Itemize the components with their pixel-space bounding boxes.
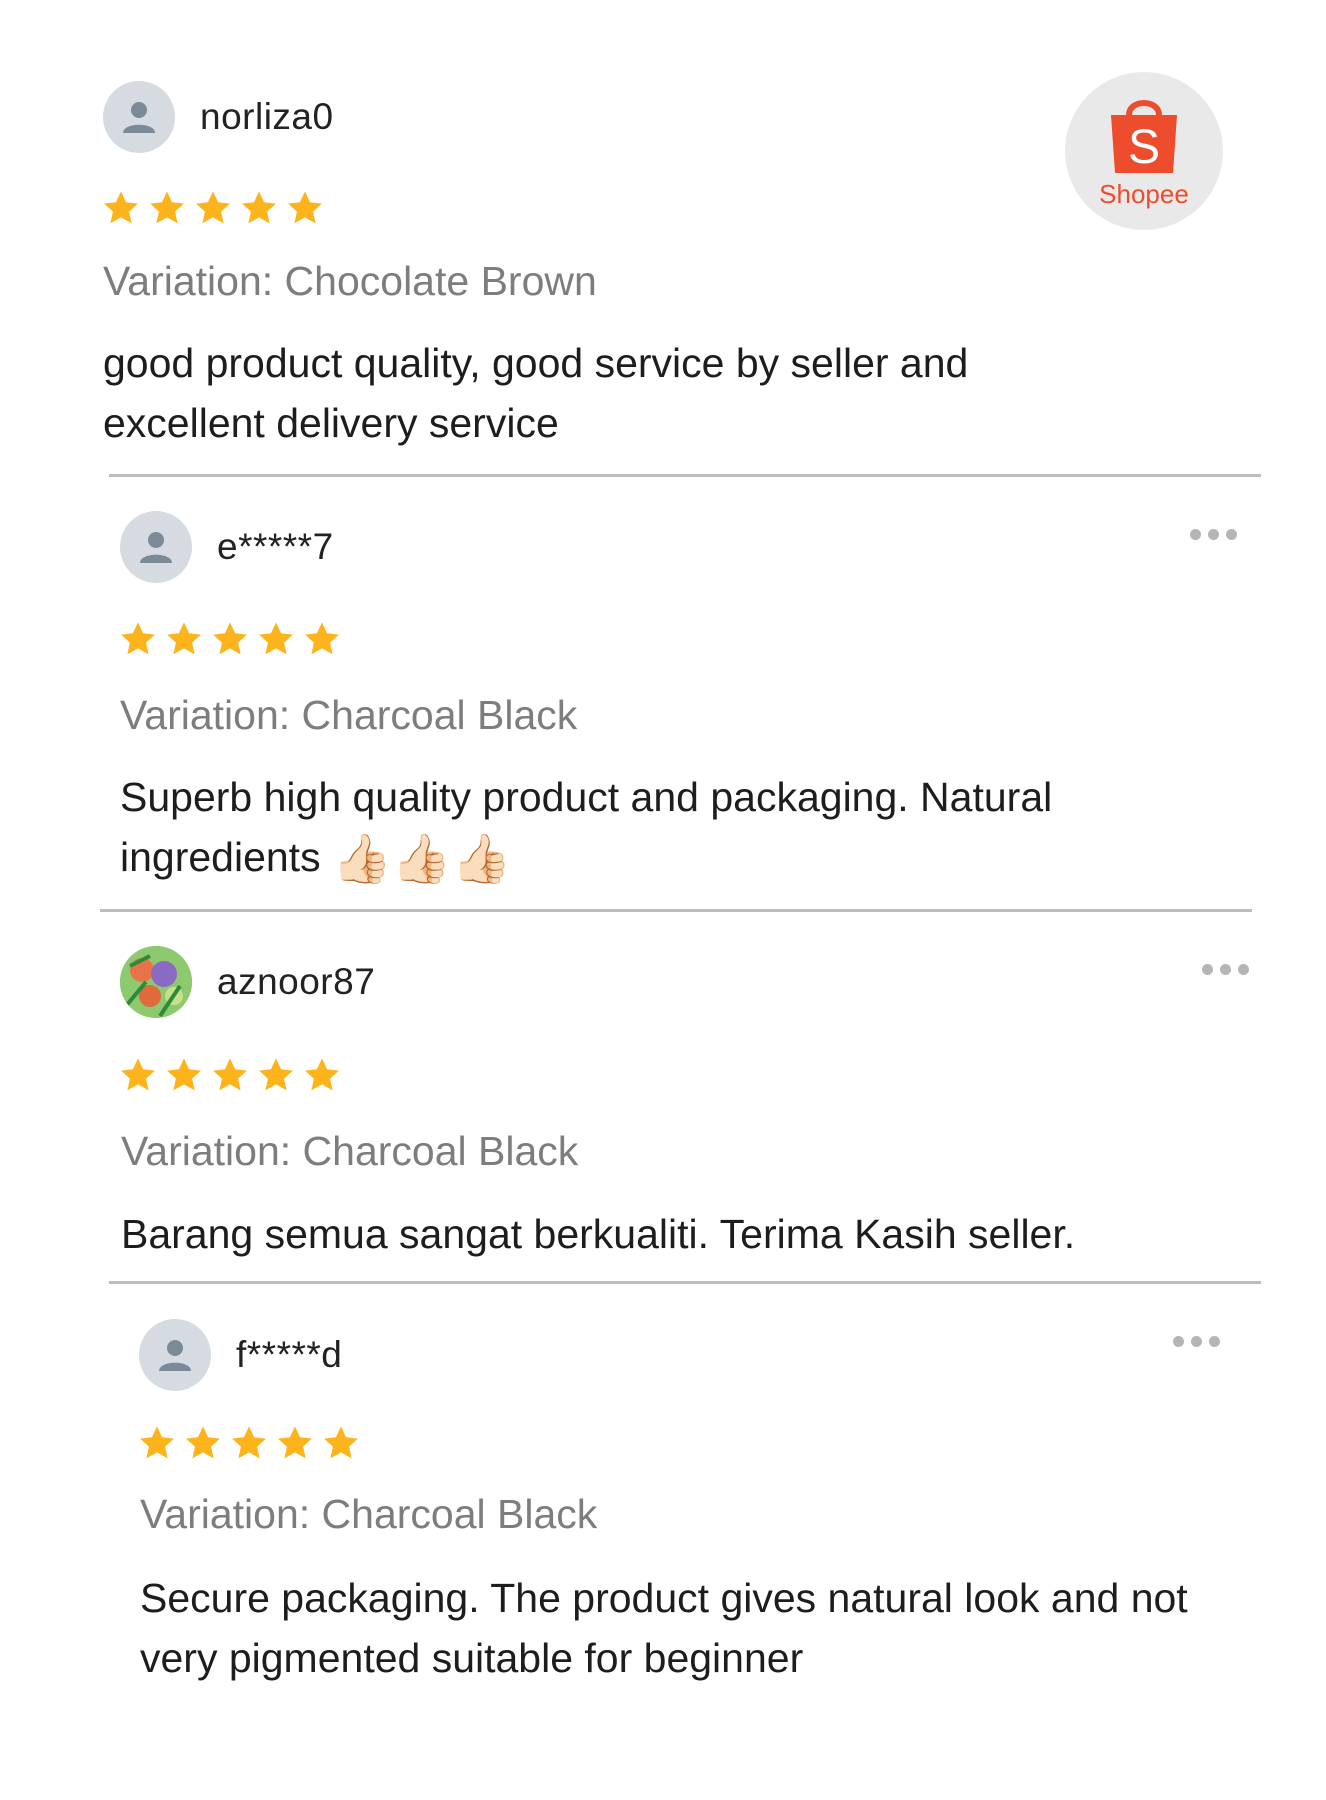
default-person-icon [123, 102, 155, 133]
star-icon [167, 1058, 201, 1091]
star-icon [196, 191, 230, 224]
thumbs-up-icon: 👍🏻👍🏻👍🏻 [331, 833, 512, 887]
avatar[interactable] [120, 946, 192, 1018]
variation-label: Variation: Charcoal Black [121, 1128, 579, 1174]
more-options-icon[interactable] [1202, 964, 1249, 975]
username[interactable]: aznoor87 [217, 961, 375, 1003]
review-comment: Secure packaging. The product gives natu… [140, 1575, 1188, 1681]
floral-photo-avatar [120, 946, 192, 1018]
default-person-icon [140, 532, 172, 563]
avatar[interactable] [120, 511, 192, 583]
star-icon [305, 1058, 339, 1091]
divider [100, 909, 1252, 912]
star-rating [138, 1424, 360, 1462]
review-comment: Superb high quality product and packagin… [120, 767, 1150, 890]
avatar[interactable] [103, 81, 175, 153]
star-icon [121, 622, 155, 655]
review-header: e*****7 [120, 511, 334, 583]
star-icon [213, 1058, 247, 1091]
star-icon [186, 1426, 220, 1459]
star-icon [140, 1426, 174, 1459]
star-icon [288, 191, 322, 224]
star-icon [150, 191, 184, 224]
divider [109, 474, 1261, 477]
review-header: norliza0 [103, 81, 334, 153]
more-options-icon[interactable] [1173, 1336, 1220, 1347]
star-icon [213, 622, 247, 655]
variation-label: Variation: Charcoal Black [140, 1491, 598, 1537]
star-icon [324, 1426, 358, 1459]
comment-text: Superb high quality product and packagin… [120, 774, 1053, 880]
shopee-bag-icon: S [1111, 99, 1177, 174]
review-header: f*****d [139, 1319, 342, 1391]
star-icon [121, 1058, 155, 1091]
star-icon [232, 1426, 266, 1459]
username[interactable]: norliza0 [200, 96, 334, 138]
review-comment: good product quality, good service by se… [103, 340, 969, 446]
star-icon [259, 622, 293, 655]
star-icon [242, 191, 276, 224]
variation-label: Variation: Chocolate Brown [103, 258, 597, 304]
default-person-icon [159, 1340, 191, 1371]
username[interactable]: e*****7 [217, 526, 334, 568]
star-icon [305, 622, 339, 655]
star-icon [104, 191, 138, 224]
star-icon [167, 622, 201, 655]
avatar[interactable] [139, 1319, 211, 1391]
svg-text:S: S [1128, 121, 1160, 174]
star-rating [119, 1056, 341, 1094]
star-rating [119, 620, 341, 658]
more-options-icon[interactable] [1190, 529, 1237, 540]
divider [109, 1281, 1261, 1284]
star-icon [259, 1058, 293, 1091]
review-header: aznoor87 [120, 946, 375, 1018]
variation-label: Variation: Charcoal Black [120, 692, 578, 738]
username[interactable]: f*****d [236, 1334, 342, 1376]
review-comment: Barang semua sangat berkualiti. Terima K… [121, 1211, 1076, 1257]
shopee-logo: S Shopee [1065, 72, 1223, 230]
shopee-logo-text: Shopee [1099, 178, 1189, 209]
star-rating [102, 189, 324, 227]
star-icon [278, 1426, 312, 1459]
